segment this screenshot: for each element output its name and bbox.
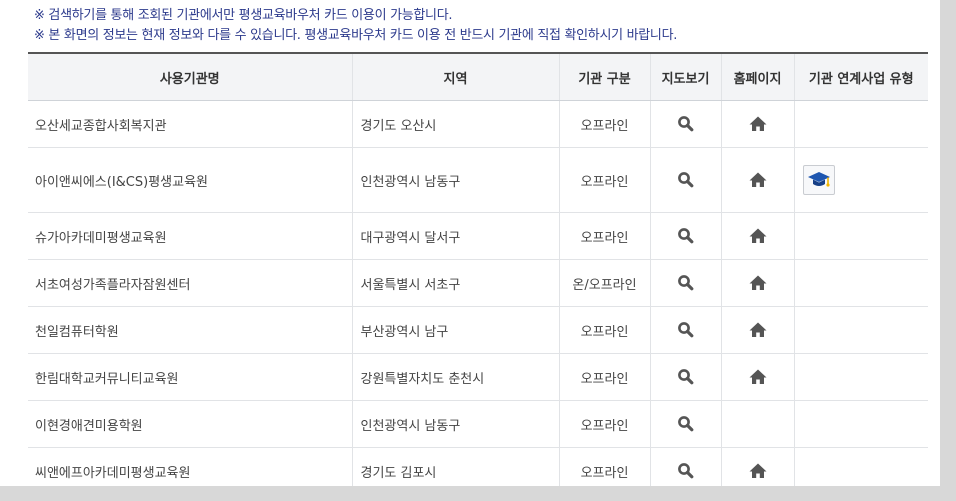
linked-program-cell (794, 100, 928, 148)
search-icon[interactable] (676, 414, 696, 434)
homepage-cell (721, 212, 795, 260)
page-frame-bottom (0, 486, 956, 501)
header-linked-program-type: 기관 연계사업 유형 (794, 52, 928, 101)
institution-type: 오프라인 (559, 147, 651, 213)
institution-name: 서초여성가족플라자잠원센터 (28, 259, 353, 307)
institution-type: 오프라인 (559, 306, 651, 354)
institution-table: 사용기관명 지역 기관 구분 지도보기 홈페이지 기관 연계사업 유형 오산세교… (28, 52, 928, 495)
home-icon[interactable] (748, 461, 768, 481)
institution-region: 강원특별자치도 춘천시 (352, 353, 560, 401)
home-icon[interactable] (748, 226, 768, 246)
institution-region: 경기도 오산시 (352, 100, 560, 148)
linked-program-cell (794, 147, 928, 213)
notice-block: ※ 검색하기를 통해 조회된 기관에서만 평생교육바우처 카드 이용이 가능합니… (34, 6, 934, 46)
institution-region: 인천광역시 남동구 (352, 147, 560, 213)
table-row: 아이앤씨에스(I&CS)평생교육원 인천광역시 남동구 오프라인 (28, 147, 928, 213)
map-view-cell (650, 212, 722, 260)
homepage-cell (721, 147, 795, 213)
table-row: 한림대학교커뮤니티교육원 강원특별자치도 춘천시 오프라인 (28, 353, 928, 401)
header-institution-type: 기관 구분 (559, 52, 651, 101)
institution-name: 슈가아카데미평생교육원 (28, 212, 353, 260)
linked-program-cell (794, 306, 928, 354)
institution-name: 오산세교종합사회복지관 (28, 100, 353, 148)
header-institution-name: 사용기관명 (28, 52, 353, 101)
institution-table-wrapper: 사용기관명 지역 기관 구분 지도보기 홈페이지 기관 연계사업 유형 오산세교… (28, 52, 928, 495)
map-view-cell (650, 306, 722, 354)
header-map-view: 지도보기 (650, 52, 722, 101)
table-row: 이현경애견미용학원 인천광역시 남동구 오프라인 (28, 400, 928, 448)
table-row: 서초여성가족플라자잠원센터 서울특별시 서초구 온/오프라인 (28, 259, 928, 307)
search-icon[interactable] (676, 170, 696, 190)
institution-region: 부산광역시 남구 (352, 306, 560, 354)
graduation-cap-icon[interactable] (802, 165, 835, 195)
table-row: 슈가아카데미평생교육원 대구광역시 달서구 오프라인 (28, 212, 928, 260)
search-icon[interactable] (676, 320, 696, 340)
notice-line: ※ 본 화면의 정보는 현재 정보와 다를 수 있습니다. 평생교육바우처 카드… (34, 28, 678, 43)
search-icon[interactable] (676, 273, 696, 293)
search-icon[interactable] (676, 367, 696, 387)
institution-type: 오프라인 (559, 400, 651, 448)
institution-name: 아이앤씨에스(I&CS)평생교육원 (28, 147, 353, 213)
homepage-cell (721, 400, 795, 448)
table-header-row: 사용기관명 지역 기관 구분 지도보기 홈페이지 기관 연계사업 유형 (28, 52, 928, 101)
map-view-cell (650, 100, 722, 148)
home-icon[interactable] (748, 273, 768, 293)
notice-line: ※ 검색하기를 통해 조회된 기관에서만 평생교육바우처 카드 이용이 가능합니… (34, 8, 453, 23)
home-icon[interactable] (748, 367, 768, 387)
map-view-cell (650, 353, 722, 401)
institution-region: 인천광역시 남동구 (352, 400, 560, 448)
institution-type: 오프라인 (559, 100, 651, 148)
map-view-cell (650, 400, 722, 448)
linked-program-cell (794, 353, 928, 401)
homepage-cell (721, 100, 795, 148)
map-view-cell (650, 259, 722, 307)
homepage-cell (721, 306, 795, 354)
homepage-cell (721, 353, 795, 401)
linked-program-cell (794, 400, 928, 448)
institution-region: 대구광역시 달서구 (352, 212, 560, 260)
search-icon[interactable] (676, 114, 696, 134)
header-homepage: 홈페이지 (721, 52, 795, 101)
institution-name: 이현경애견미용학원 (28, 400, 353, 448)
institution-type: 온/오프라인 (559, 259, 651, 307)
institution-region: 서울특별시 서초구 (352, 259, 560, 307)
page-frame-right (940, 0, 956, 501)
institution-name: 한림대학교커뮤니티교육원 (28, 353, 353, 401)
linked-program-cell (794, 259, 928, 307)
search-icon[interactable] (676, 461, 696, 481)
home-icon[interactable] (748, 320, 768, 340)
map-view-cell (650, 147, 722, 213)
search-icon[interactable] (676, 226, 696, 246)
institution-type: 오프라인 (559, 212, 651, 260)
table-row: 천일컴퓨터학원 부산광역시 남구 오프라인 (28, 306, 928, 354)
table-row: 오산세교종합사회복지관 경기도 오산시 오프라인 (28, 100, 928, 148)
homepage-cell (721, 259, 795, 307)
institution-name: 천일컴퓨터학원 (28, 306, 353, 354)
home-icon[interactable] (748, 114, 768, 134)
home-icon[interactable] (748, 170, 768, 190)
header-region: 지역 (352, 52, 560, 101)
linked-program-cell (794, 212, 928, 260)
institution-type: 오프라인 (559, 353, 651, 401)
